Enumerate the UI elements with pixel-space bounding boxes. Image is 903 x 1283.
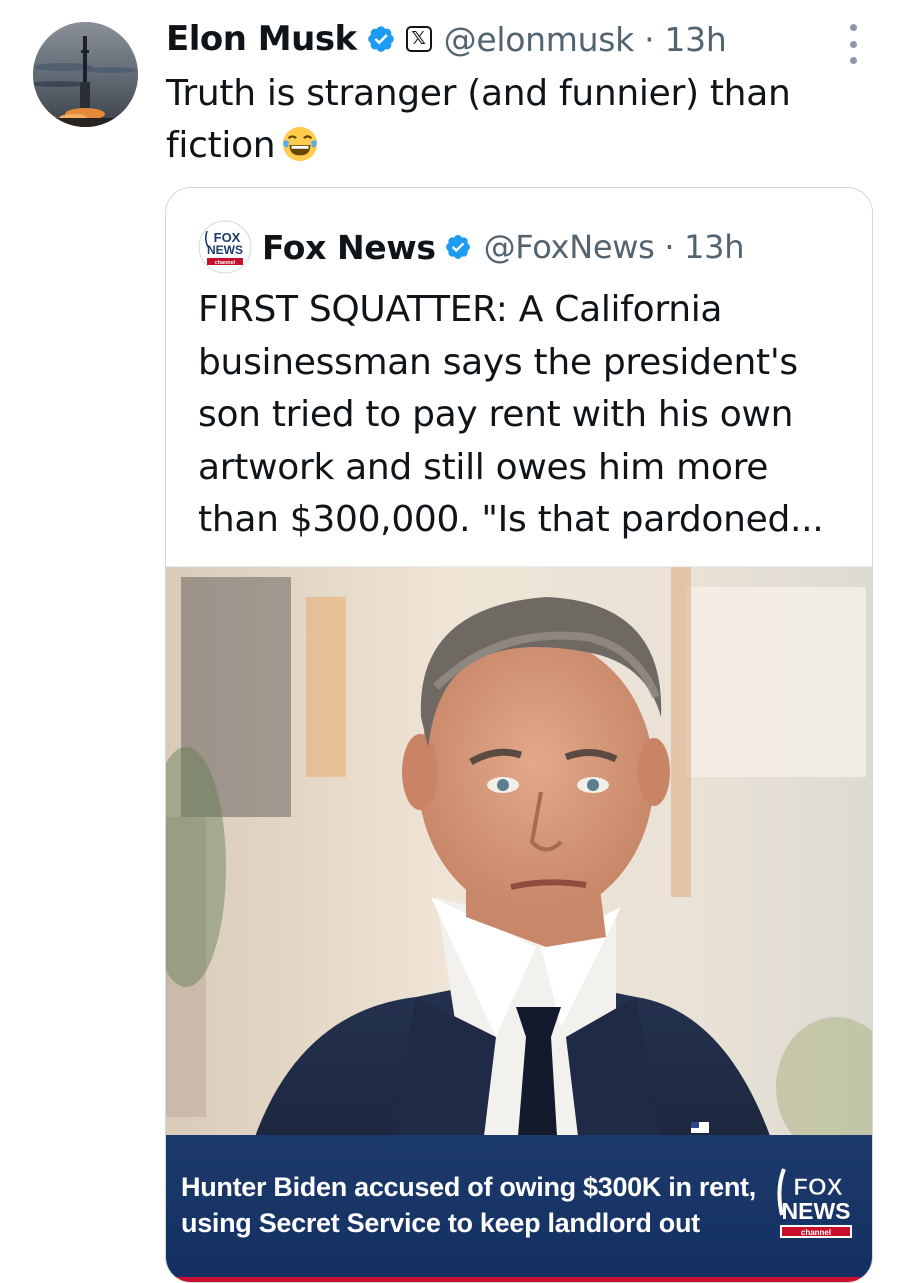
svg-text:NEWS: NEWS [207,243,243,257]
news-lower-third: Hunter Biden accused of owing $300K in r… [166,1135,872,1277]
svg-text:FOX: FOX [793,1174,842,1201]
quoted-tweet-text: FIRST SQUATTER: A California businessman… [198,289,824,540]
fox-news-logo-icon: FOX NEWS channel [777,1168,852,1238]
news-caption: Hunter Biden accused of owing $300K in r… [181,1172,756,1238]
svg-text:channel: channel [215,260,236,266]
more-icon[interactable] [840,24,866,64]
tweet-body: Truth is stranger (and funnier) than fic… [166,73,791,166]
quoted-tweet-header: FOX NEWS channel Fox News @FoxNews · 13h [198,220,745,274]
fox-news-avatar[interactable]: FOX NEWS channel [198,220,252,274]
tweet-text: Truth is stranger (and funnier) than fic… [166,68,846,172]
quoted-verified-icon [445,235,470,259]
tweet[interactable]: Elon Musk 𝕏 @elonmusk · 13h Truth is str… [0,0,903,1283]
quoted-author-handle[interactable]: @FoxNews · 13h [484,228,745,266]
author-name[interactable]: Elon Musk [166,19,357,59]
svg-text:NEWS: NEWS [782,1198,851,1224]
verified-icon [367,26,394,52]
author-avatar[interactable] [33,22,138,127]
svg-text:channel: channel [801,1228,831,1237]
joy-emoji-icon [283,126,318,162]
lower-third-red-stripe [166,1277,872,1282]
quoted-tweet-card[interactable]: FOX NEWS channel Fox News @FoxNews · 13h… [165,187,873,1283]
quoted-media[interactable]: Hunter Biden accused of owing $300K in r… [166,566,872,1282]
author-handle[interactable]: @elonmusk · 13h [444,20,727,59]
tweet-header: Elon Musk 𝕏 @elonmusk · 13h [166,14,727,64]
quoted-author-name[interactable]: Fox News [262,228,436,267]
x-badge-icon: 𝕏 [405,26,432,52]
